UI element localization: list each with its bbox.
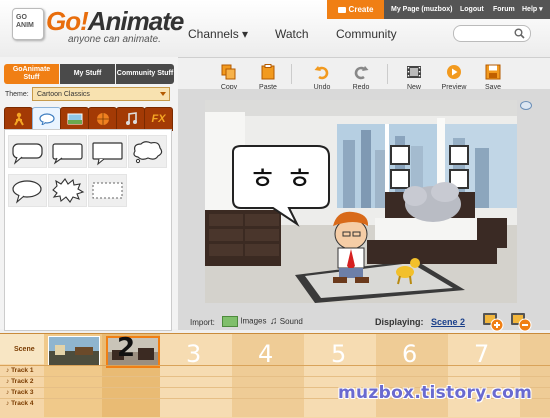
bubble-square[interactable] [88, 135, 127, 168]
nav-watch[interactable]: Watch [275, 27, 309, 41]
forum-link[interactable]: Forum [493, 0, 515, 19]
tab-sounds[interactable] [116, 107, 145, 131]
add-scene-button[interactable] [482, 310, 504, 332]
displaying-label: Displaying: [375, 317, 424, 327]
logout-link[interactable]: Logout [460, 0, 484, 19]
speech-bubble-icon [38, 113, 55, 125]
scene-label: Scene [14, 346, 35, 353]
watermark: muzbox.tistory.com [338, 383, 533, 403]
import-label: Import: [190, 318, 215, 327]
track-1-text: Track 1 [11, 367, 34, 374]
scene-number-2: 2 [117, 333, 136, 363]
my-page-link[interactable]: My Page (muzbox) [391, 0, 452, 19]
scene-number-5[interactable]: 5 [331, 340, 346, 368]
stage-canvas[interactable]: ㅎ ㅎ [205, 100, 517, 303]
track-1-label[interactable]: ♪ Track 1 [6, 367, 33, 374]
bubble-rounded[interactable] [48, 135, 87, 168]
logo-icon[interactable]: GO ANIM [12, 8, 44, 40]
bubble-caption[interactable] [88, 174, 127, 207]
scene-number-7[interactable]: 7 [474, 340, 489, 368]
scene-thumbnail-1[interactable] [48, 336, 100, 366]
save-button[interactable]: Save [478, 64, 508, 91]
scene-bedroom: ㅎ ㅎ [205, 100, 517, 303]
track-2-text: Track 2 [11, 378, 34, 385]
background-icon [67, 113, 82, 125]
logo-box-text: GO ANIM [16, 14, 34, 29]
tab-props[interactable] [88, 107, 117, 131]
tab-effects[interactable]: FX [144, 107, 173, 131]
tab-community-stuff[interactable]: Community Stuff [116, 64, 174, 84]
image-icon [222, 316, 238, 327]
copy-icon [221, 64, 236, 80]
new-button[interactable]: New [399, 64, 429, 91]
remove-scene-button[interactable] [510, 310, 532, 332]
music-note-icon: ♫ [270, 316, 278, 327]
logo-go: Go! [46, 6, 89, 36]
copy-button[interactable]: Copy [214, 64, 244, 91]
basketball-icon [96, 113, 109, 125]
undo-button[interactable]: Undo [307, 64, 337, 91]
track-2-label[interactable]: ♪ Track 2 [6, 378, 33, 385]
create-icon [337, 6, 346, 13]
play-icon [447, 65, 461, 79]
bubble-cloud[interactable] [128, 135, 167, 168]
create-button[interactable]: Create [327, 0, 384, 19]
track-divider [0, 365, 550, 366]
tab-characters[interactable] [4, 107, 33, 131]
redo-icon [354, 66, 369, 80]
bubble-library [4, 129, 172, 331]
undo-icon [314, 66, 329, 80]
track-4-text: Track 4 [11, 400, 34, 407]
logo[interactable]: Go!Animate [46, 6, 185, 37]
preview-button[interactable]: Preview [439, 64, 469, 91]
tagline: anyone can animate. [68, 34, 161, 45]
speech-bubble-text[interactable]: ㅎ ㅎ [249, 162, 314, 197]
track-3-label[interactable]: ♪ Track 3 [6, 389, 33, 396]
search-input[interactable] [453, 25, 531, 42]
fx-label: FX [151, 113, 166, 125]
toolbar-divider [291, 64, 292, 84]
bubble-shout[interactable] [48, 174, 87, 207]
tab-bubbles[interactable] [32, 107, 61, 131]
add-scene-icon [483, 313, 504, 332]
theme-label: Theme: [5, 91, 29, 98]
track-4-label[interactable]: ♪ Track 4 [6, 400, 33, 407]
tab-goanimate-stuff[interactable]: GoAnimate Stuff [4, 64, 59, 84]
character-icon [13, 112, 24, 126]
nav-community[interactable]: Community [336, 27, 397, 41]
search-icon[interactable] [514, 28, 525, 39]
floppy-disk-icon [485, 64, 501, 80]
nav-channels[interactable]: Channels ▾ [188, 27, 248, 41]
scene-number-6[interactable]: 6 [402, 340, 417, 368]
music-note-icon [125, 112, 137, 125]
paste-icon [261, 64, 275, 80]
remove-scene-icon [511, 313, 532, 332]
film-icon [407, 66, 421, 78]
scene-number-3[interactable]: 3 [186, 340, 201, 368]
track-divider [0, 376, 550, 377]
current-scene-link[interactable]: Scene 2 [431, 317, 465, 327]
import-sound-label: Sound [279, 317, 303, 326]
import-sound-button[interactable]: ♫ Sound [270, 316, 303, 328]
track-3-text: Track 3 [11, 389, 34, 396]
theme-selected: Cartoon Classics [37, 91, 90, 98]
import-images-button[interactable]: Images [222, 316, 266, 328]
logo-name: Animate [87, 6, 185, 36]
scene-number-4[interactable]: 4 [258, 340, 273, 368]
help-link[interactable]: Help ▾ [522, 0, 543, 19]
fullscreen-icon[interactable] [520, 101, 532, 110]
tab-backgrounds[interactable] [60, 107, 89, 131]
bubble-oval[interactable] [8, 174, 47, 207]
redo-button[interactable]: Redo [346, 64, 376, 91]
import-images-label: Images [240, 316, 267, 326]
create-label: Create [348, 5, 374, 14]
toolbar-divider [387, 64, 388, 84]
tab-my-stuff[interactable]: My Stuff [60, 64, 115, 84]
paste-button[interactable]: Paste [253, 64, 283, 91]
chevron-down-icon [160, 92, 166, 96]
theme-select[interactable]: Cartoon Classics [32, 87, 170, 101]
bubble-round[interactable] [8, 135, 47, 168]
